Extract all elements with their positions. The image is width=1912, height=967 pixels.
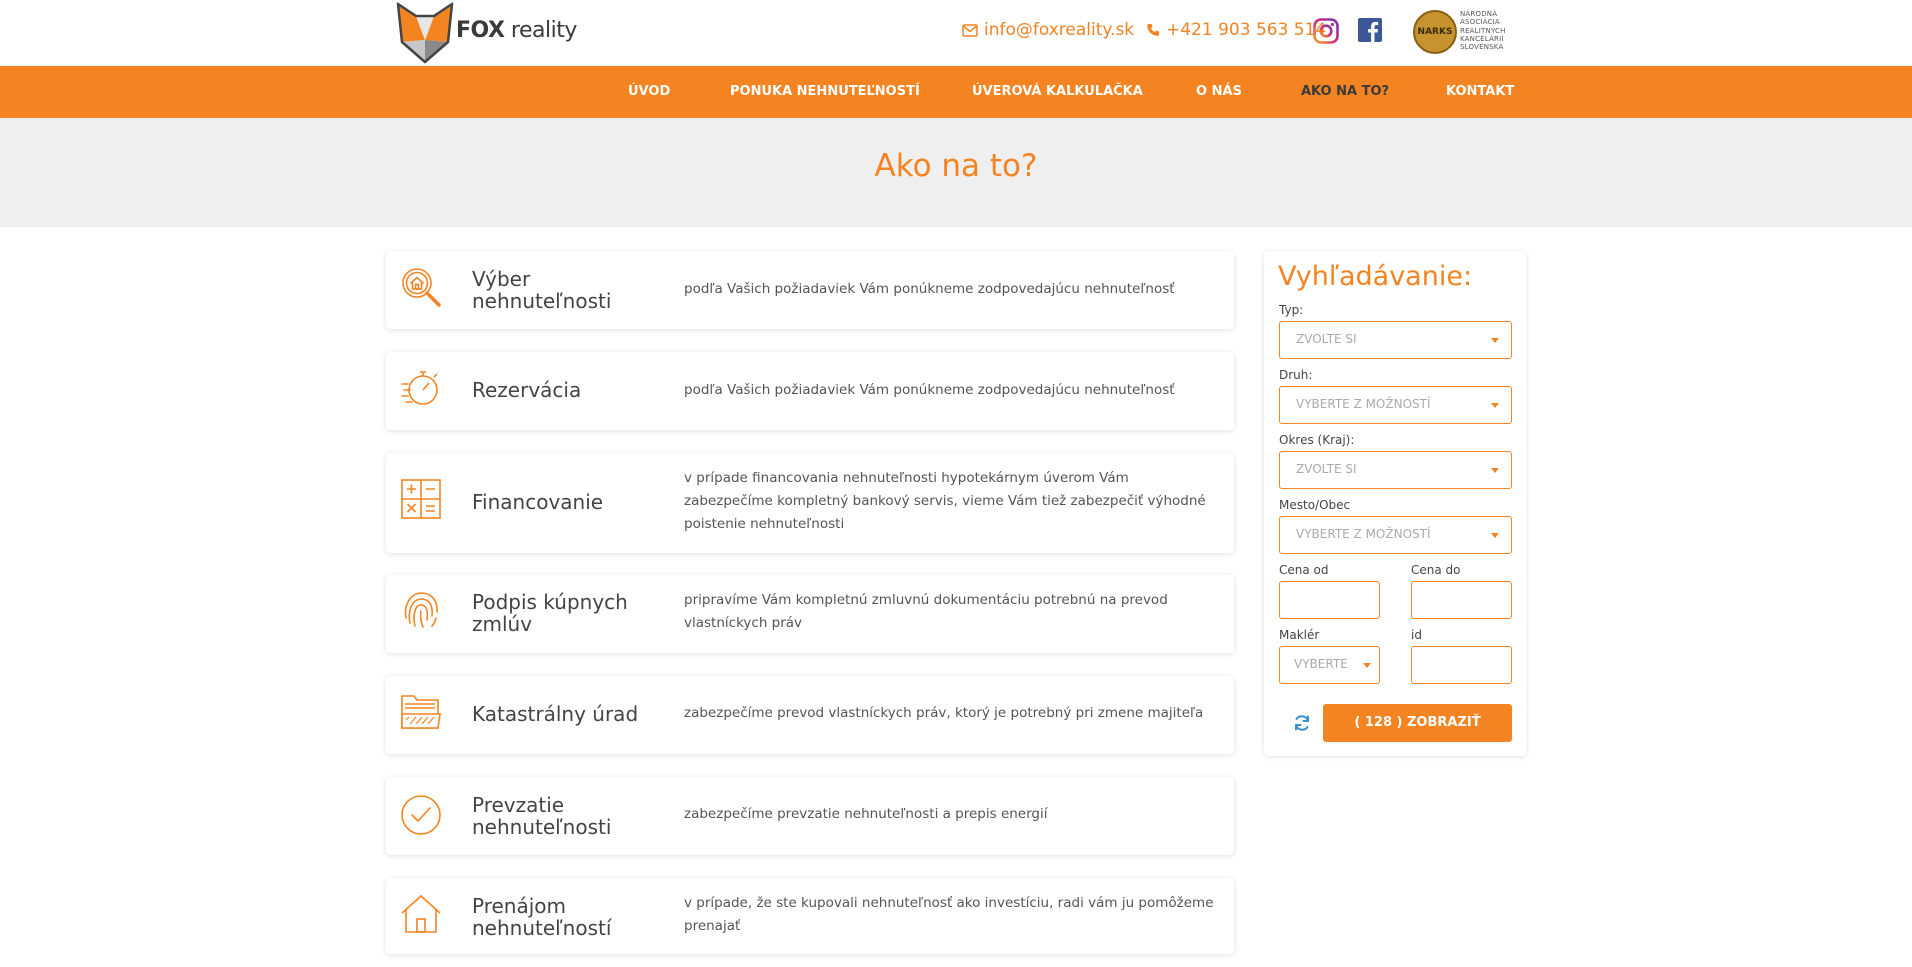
mesto-label: Mesto/Obec: [1279, 498, 1351, 512]
nav-item-uvod[interactable]: ÚVOD: [628, 66, 670, 118]
typ-select[interactable]: ZVOLTE SI: [1279, 321, 1512, 359]
cena-od-input[interactable]: [1279, 581, 1380, 619]
step-card: Katastrálny úrad zabezpečíme prevod vlas…: [386, 676, 1234, 754]
header: FOX reality info@foxreality.sk +421 903 …: [0, 0, 1912, 66]
phone-icon: [1147, 24, 1159, 36]
main-nav: ÚVOD PONUKA NEHNUTEĽNOSTÍ ÚVEROVÁ KALKUL…: [0, 66, 1912, 118]
refresh-icon[interactable]: [1293, 714, 1311, 732]
search-title: Vyhľadávanie:: [1278, 261, 1473, 292]
search-panel: Vyhľadávanie: Typ: ZVOLTE SI Druh: VYBER…: [1264, 251, 1526, 756]
page-hero: Ako na to?: [0, 118, 1912, 227]
chevron-down-icon: [1491, 468, 1499, 473]
fingerprint-icon: [404, 592, 438, 628]
checkmark-circle-icon: [401, 795, 441, 835]
nav-item-o-nas[interactable]: O NÁS: [1196, 66, 1242, 118]
okres-label: Okres (Kraj):: [1279, 433, 1355, 447]
step-title: Výber nehnuteľnosti: [472, 267, 612, 313]
id-label: id: [1411, 628, 1422, 642]
step-card: Prenájom nehnuteľností v prípade, že ste…: [386, 878, 1234, 954]
step-description: podľa Vašich požiadaviek Vám ponúkneme z…: [684, 382, 1175, 398]
email-text: info@foxreality.sk: [984, 20, 1135, 40]
nav-item-kontakt[interactable]: KONTAKT: [1446, 66, 1514, 118]
step-description: pripravíme Vám kompletnú zmluvnú dokumen…: [684, 592, 1168, 631]
nav-item-kalkulacka[interactable]: ÚVEROVÁ KALKULAČKA: [972, 66, 1143, 118]
facebook-icon[interactable]: [1358, 18, 1382, 42]
step-title: Prenájom nehnuteľností: [472, 894, 612, 940]
makler-label: Maklér: [1279, 628, 1320, 642]
step-card: Rezervácia podľa Vašich požiadaviek Vám …: [386, 352, 1234, 430]
step-card: Podpis kúpnych zmlúv pripravíme Vám komp…: [386, 575, 1234, 653]
nav-item-ako-na-to[interactable]: AKO NA TO?: [1301, 66, 1389, 118]
step-card: Výber nehnuteľnosti podľa Vašich požiada…: [386, 251, 1234, 329]
folder-icon: [401, 695, 441, 729]
step-card: Financovanie v prípade financovania nehn…: [386, 453, 1234, 553]
phone-link[interactable]: +421 903 563 514: [1146, 20, 1326, 40]
cena-od-label: Cena od: [1279, 563, 1329, 577]
narks-text: Národná asociácia realitných kancelárií …: [1460, 10, 1506, 52]
step-description: zabezpečíme prevod vlastníckych práv, kt…: [684, 705, 1204, 721]
step-title: Katastrálny úrad: [472, 702, 639, 726]
house-search-icon: [402, 268, 441, 307]
logo-text[interactable]: FOX reality: [456, 18, 577, 43]
cena-do-input[interactable]: [1411, 581, 1512, 619]
step-title: Prevzatie nehnuteľnosti: [472, 793, 612, 839]
druh-select[interactable]: VYBERTE Z MOŽNOSTÍ: [1279, 386, 1512, 424]
step-title: Podpis kúpnych zmlúv: [472, 590, 628, 636]
narks-badge-icon[interactable]: NARKS: [1413, 10, 1457, 54]
email-link[interactable]: info@foxreality.sk: [962, 20, 1134, 40]
makler-select[interactable]: VYBERTE: [1279, 646, 1380, 684]
cena-do-label: Cena do: [1411, 563, 1461, 577]
chevron-down-icon: [1491, 403, 1499, 408]
step-description: v prípade, že ste kupovali nehnuteľnosť …: [684, 895, 1214, 934]
druh-label: Druh:: [1279, 368, 1313, 382]
step-title: Rezervácia: [472, 378, 582, 402]
envelope-icon: [962, 23, 978, 37]
step-description: podľa Vašich požiadaviek Vám ponúkneme z…: [684, 281, 1175, 297]
chevron-down-icon: [1363, 663, 1371, 668]
page-title: Ako na to?: [874, 148, 1038, 184]
mesto-select[interactable]: VYBERTE Z MOŽNOSTÍ: [1279, 516, 1512, 554]
phone-text: +421 903 563 514: [1166, 20, 1327, 40]
stopwatch-icon: [401, 371, 438, 405]
okres-select[interactable]: ZVOLTE SI: [1279, 451, 1512, 489]
page: FOX reality info@foxreality.sk +421 903 …: [0, 0, 1912, 967]
house-icon: [401, 894, 441, 933]
instagram-icon[interactable]: [1313, 18, 1339, 44]
step-title: Financovanie: [472, 490, 604, 514]
calculator-icon: [401, 479, 441, 519]
step-description: zabezpečíme prevzatie nehnuteľnosti a pr…: [684, 806, 1048, 822]
step-description: v prípade financovania nehnuteľnosti hyp…: [684, 470, 1206, 532]
chevron-down-icon: [1491, 533, 1499, 538]
id-input[interactable]: [1411, 646, 1512, 684]
chevron-down-icon: [1491, 338, 1499, 343]
typ-label: Typ:: [1279, 303, 1304, 317]
show-results-button[interactable]: ( 128 ) ZOBRAZIŤ: [1323, 704, 1512, 742]
step-card: Prevzatie nehnuteľnosti zabezpečíme prev…: [386, 777, 1234, 855]
nav-item-ponuka[interactable]: PONUKA NEHNUTEĽNOSTÍ: [730, 66, 920, 118]
fox-logo-icon[interactable]: [394, 2, 456, 64]
